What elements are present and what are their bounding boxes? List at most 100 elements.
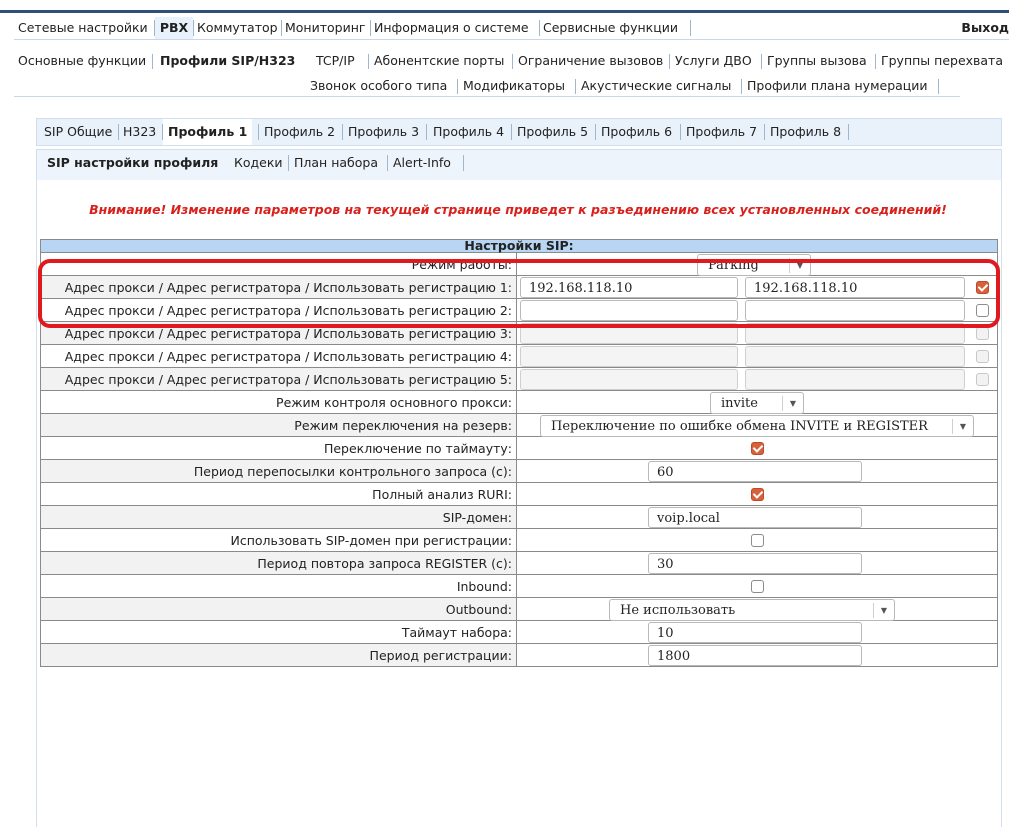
inbound-label: Inbound: xyxy=(40,574,517,598)
failover-mode-select[interactable]: Переключение по ошибке обмена INVITE и R… xyxy=(540,415,974,437)
submenu-sip-profiles[interactable]: Профили SIP/H323 xyxy=(160,51,295,71)
tab-profile-6[interactable]: Профиль 6 xyxy=(601,119,672,145)
reg-period-label: Период регистрации: xyxy=(40,643,517,667)
divider xyxy=(875,54,876,69)
proxy-1-input[interactable]: 192.168.118.10 xyxy=(520,277,738,298)
divider xyxy=(387,155,388,171)
tab-h323[interactable]: H323 xyxy=(123,119,156,145)
submenu-dialplan-profiles[interactable]: Профили плана нумерации xyxy=(747,76,928,96)
divider xyxy=(258,124,259,140)
submenu-call-groups[interactable]: Группы вызова xyxy=(767,51,867,71)
keepalive-period-input[interactable]: 60 xyxy=(648,461,862,482)
tab-codecs[interactable]: Кодеки xyxy=(234,150,283,176)
top-menu-pbx[interactable]: PBX xyxy=(155,17,193,39)
outbound-select[interactable]: Не использовать ▼ xyxy=(609,599,895,621)
proxy-control-select[interactable]: invite ▼ xyxy=(710,392,804,414)
tab-profile-8[interactable]: Профиль 8 xyxy=(770,119,841,145)
proxy-control-value: invite xyxy=(721,396,758,411)
divider xyxy=(368,54,369,69)
divider xyxy=(511,124,512,140)
registration-2-label: Адрес прокси / Адрес регистратора / Испо… xyxy=(40,298,517,322)
divider xyxy=(741,79,742,94)
use-domain-reg-checkbox[interactable] xyxy=(751,534,764,547)
inbound-checkbox[interactable] xyxy=(751,580,764,593)
divider xyxy=(680,124,681,140)
top-menu-system-info[interactable]: Информация о системе xyxy=(374,17,529,39)
mode-select[interactable]: Parking ▼ xyxy=(697,254,811,276)
table-title: Настройки SIP: xyxy=(39,239,999,253)
registrar-2-input[interactable] xyxy=(745,300,965,321)
tab-sip-settings[interactable]: SIP настройки профиля xyxy=(47,150,218,176)
registrar-5-input[interactable] xyxy=(745,369,965,390)
divider xyxy=(288,155,289,171)
submenu-call-restrictions[interactable]: Ограничение вызовов xyxy=(518,51,663,71)
tab-dialplan[interactable]: План набора xyxy=(294,150,378,176)
registrar-1-input[interactable]: 192.168.118.10 xyxy=(745,277,965,298)
use-registration-4-checkbox[interactable] xyxy=(976,350,989,363)
registrar-4-input[interactable] xyxy=(745,346,965,367)
top-menu-network[interactable]: Сетевые настройки xyxy=(18,17,148,39)
tab-profile-2[interactable]: Профиль 2 xyxy=(264,119,335,145)
mode-label: Режим работы: xyxy=(40,252,517,276)
top-menu-service[interactable]: Сервисные функции xyxy=(543,17,678,39)
divider xyxy=(595,124,596,140)
submenu-basic[interactable]: Основные функции xyxy=(18,51,146,71)
tab-alert-info[interactable]: Alert-Info xyxy=(393,150,451,176)
submenu-acoustic-signals[interactable]: Акустические сигналы xyxy=(581,76,731,96)
dropdown-arrow-icon: ▼ xyxy=(782,396,803,411)
use-registration-1-checkbox[interactable] xyxy=(976,281,989,294)
divider xyxy=(193,20,194,36)
tab-sip-general[interactable]: SIP Общие xyxy=(44,119,112,145)
settings-tabs: SIP настройки профиля Кодеки План набора… xyxy=(36,149,1002,181)
timeout-switch-checkbox[interactable] xyxy=(751,442,764,455)
top-menu-monitoring[interactable]: Мониторинг xyxy=(285,17,365,39)
submenu-modifiers[interactable]: Модификаторы xyxy=(463,76,565,96)
submenu-special-ring[interactable]: Звонок особого типа xyxy=(310,76,447,96)
divider xyxy=(426,124,427,140)
sip-domain-input[interactable]: voip.local xyxy=(648,507,862,528)
profile-tabs: SIP Общие H323 Профиль 1 Профиль 2 Профи… xyxy=(36,118,1002,146)
outbound-label: Outbound: xyxy=(40,597,517,621)
divider xyxy=(575,79,576,94)
top-menu-switch[interactable]: Коммутатор xyxy=(197,17,278,39)
use-domain-reg-label: Использовать SIP-домен при регистрации: xyxy=(40,528,517,552)
proxy-3-input[interactable] xyxy=(520,323,738,344)
register-retry-input[interactable]: 30 xyxy=(648,553,862,574)
tab-profile-5[interactable]: Профиль 5 xyxy=(517,119,588,145)
use-registration-5-checkbox[interactable] xyxy=(976,373,989,386)
proxy-5-input[interactable] xyxy=(520,369,738,390)
divider xyxy=(761,54,762,69)
proxy-control-label: Режим контроля основного прокси: xyxy=(40,390,517,414)
top-border xyxy=(0,10,1009,13)
mode-value: Parking xyxy=(708,258,759,273)
registration-4-label: Адрес прокси / Адрес регистратора / Испо… xyxy=(40,344,517,368)
dropdown-arrow-icon: ▼ xyxy=(873,603,894,618)
use-registration-3-checkbox[interactable] xyxy=(976,327,989,340)
use-registration-2-checkbox[interactable] xyxy=(976,304,989,317)
divider xyxy=(118,124,119,140)
exit-link[interactable]: Выход xyxy=(961,17,1009,39)
submenu-tcpip[interactable]: TCP/IP xyxy=(316,51,355,71)
registration-3-label: Адрес прокси / Адрес регистратора / Испо… xyxy=(40,321,517,345)
reg-period-input[interactable]: 1800 xyxy=(648,645,862,666)
registrar-3-input[interactable] xyxy=(745,323,965,344)
divider xyxy=(457,79,458,94)
tab-profile-7[interactable]: Профиль 7 xyxy=(686,119,757,145)
tab-profile-3[interactable]: Профиль 3 xyxy=(348,119,419,145)
submenu-pickup-groups[interactable]: Группы перехвата xyxy=(881,51,1003,71)
proxy-2-input[interactable] xyxy=(520,300,738,321)
divider xyxy=(342,124,343,140)
tab-profile-4[interactable]: Профиль 4 xyxy=(433,119,504,145)
divider xyxy=(938,79,939,94)
dial-timeout-input[interactable]: 10 xyxy=(648,622,862,643)
divider xyxy=(539,20,540,36)
divider xyxy=(690,20,691,36)
sip-settings-table: Настройки SIP: Режим работы: Parking ▼ Ад… xyxy=(39,239,999,667)
full-ruri-checkbox[interactable] xyxy=(751,488,764,501)
submenu-services[interactable]: Услуги ДВО xyxy=(675,51,752,71)
keepalive-period-label: Период перепосылки контрольного запроса … xyxy=(40,459,517,483)
submenu-subscriber-ports[interactable]: Абонентские порты xyxy=(374,51,504,71)
tab-profile-1[interactable]: Профиль 1 xyxy=(163,119,253,145)
proxy-4-input[interactable] xyxy=(520,346,738,367)
dial-timeout-label: Таймаут набора: xyxy=(40,620,517,644)
